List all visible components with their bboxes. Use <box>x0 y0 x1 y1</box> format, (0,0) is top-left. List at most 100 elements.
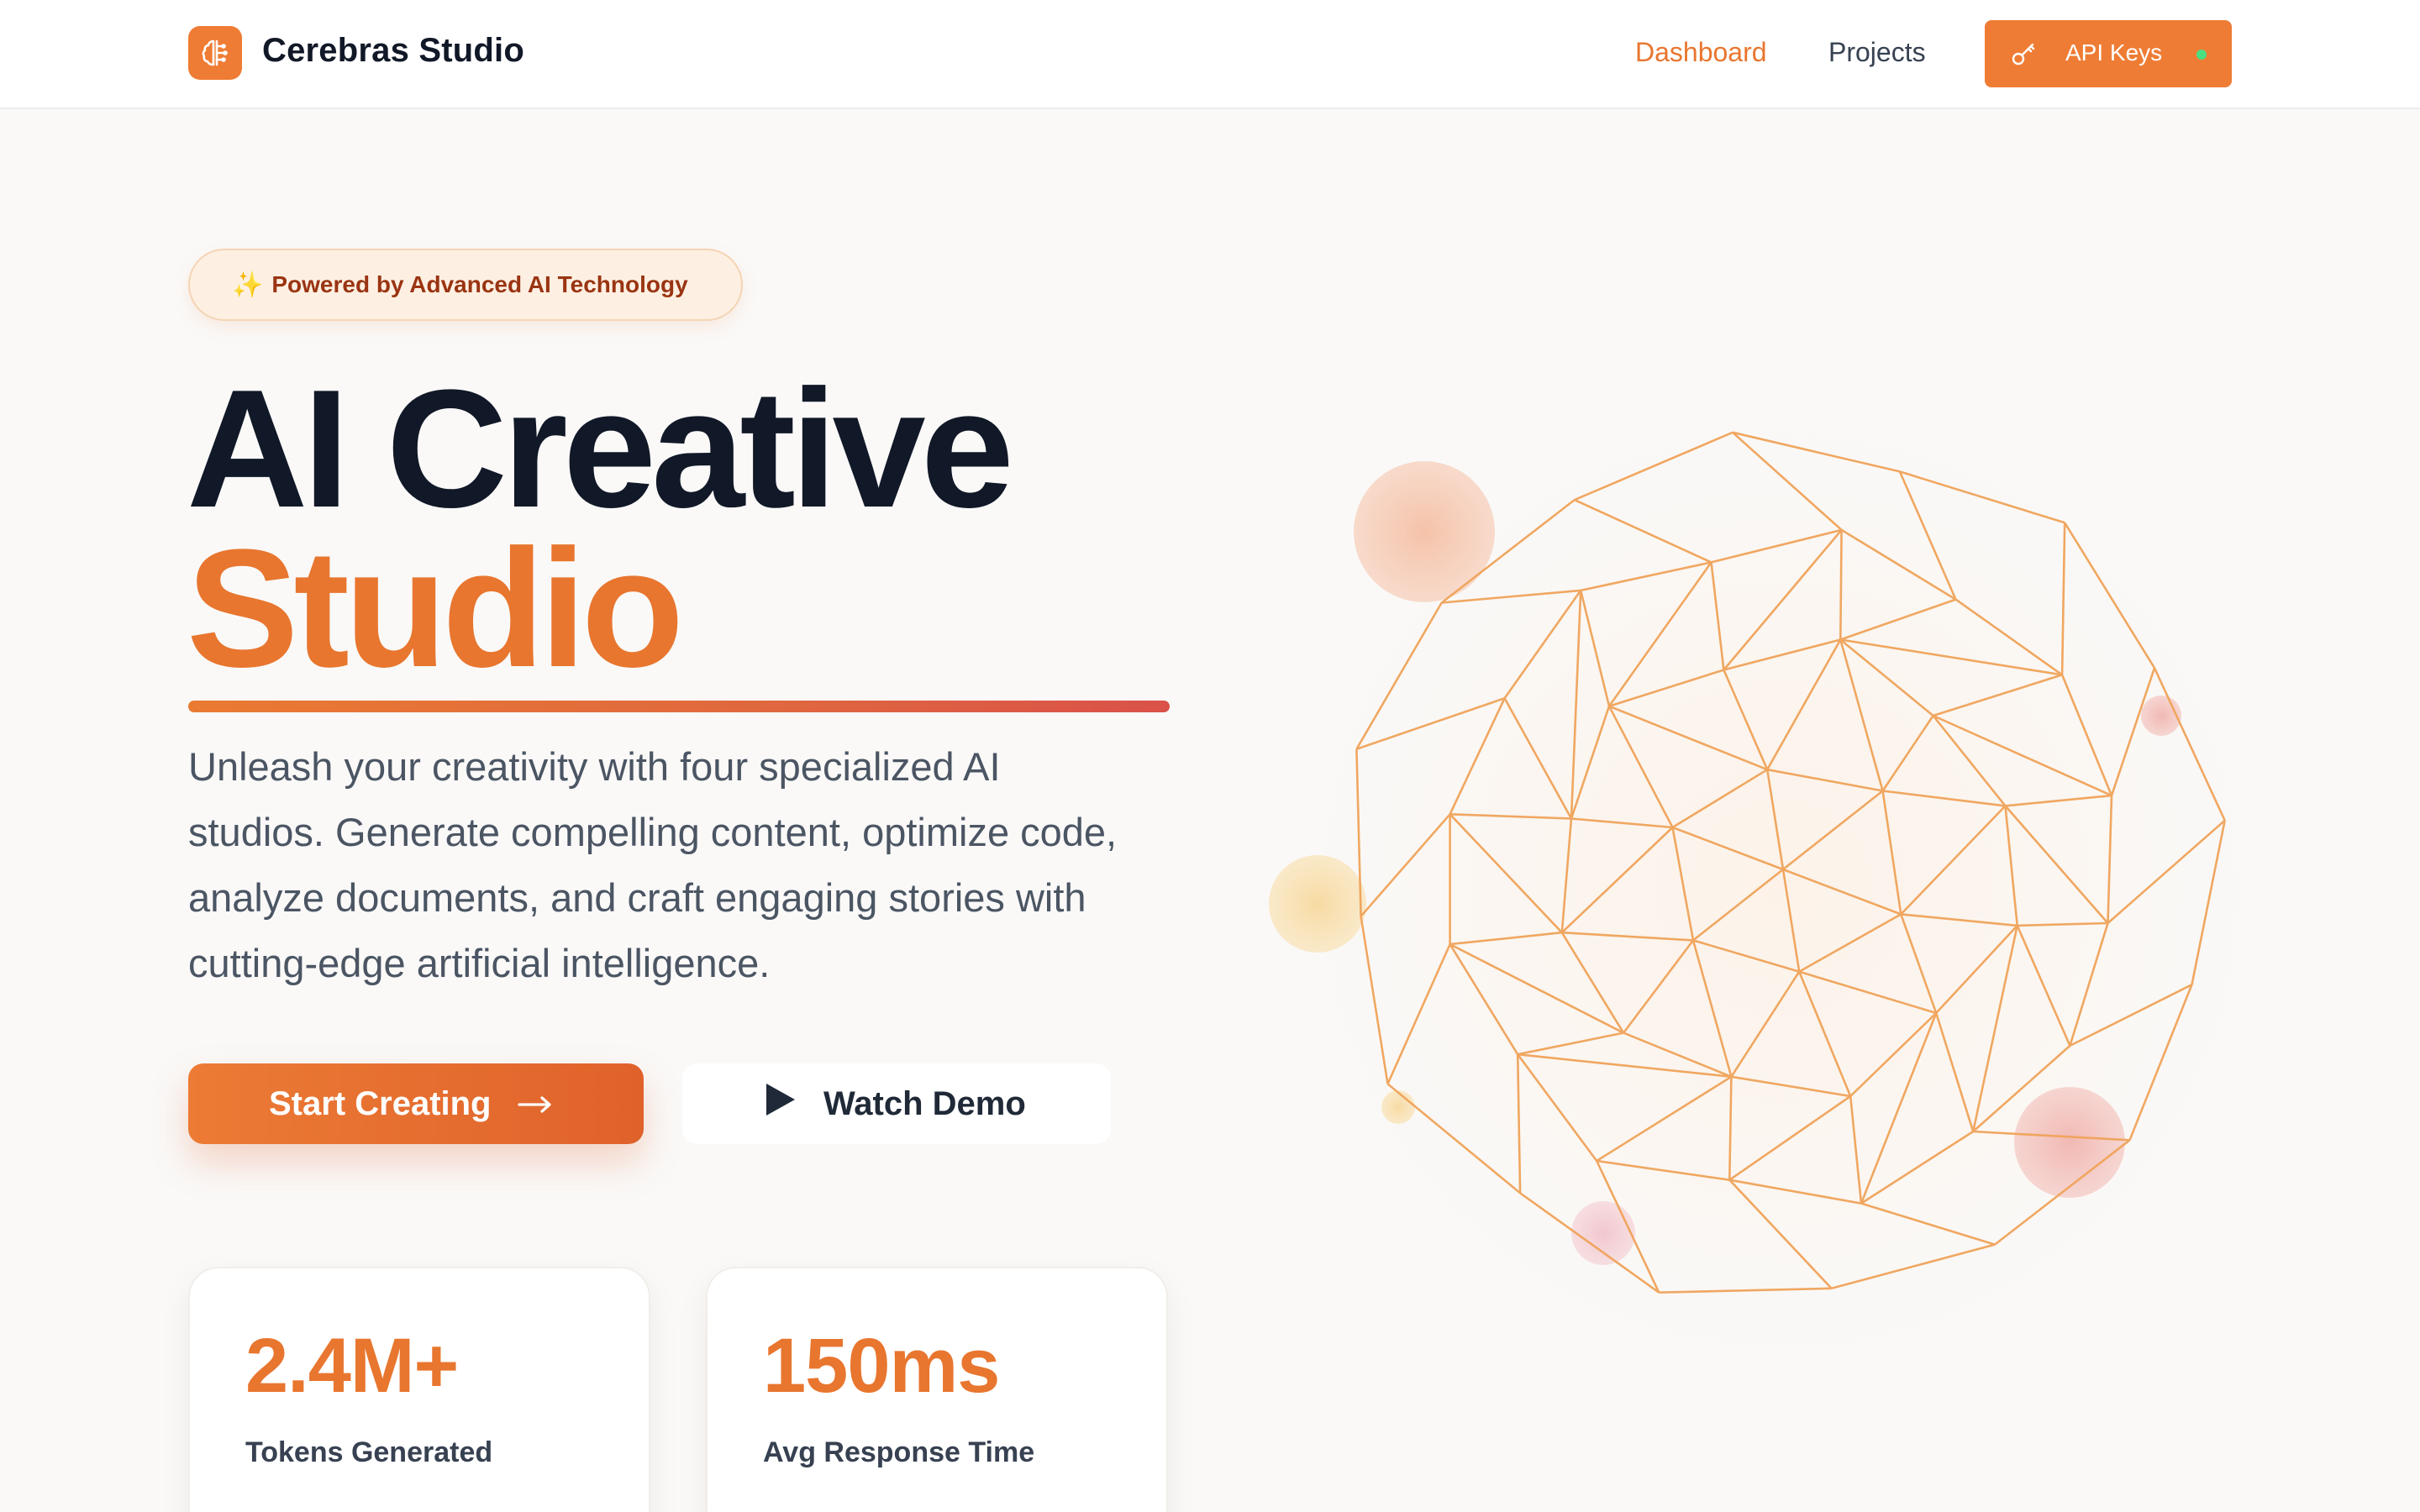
wireframe-edge <box>1671 769 1768 829</box>
wireframe-edge <box>1360 813 1451 917</box>
start-creating-button[interactable]: Start Creating <box>188 1063 644 1144</box>
wireframe-edge <box>1355 696 1506 751</box>
wireframe-edge <box>1934 1012 1975 1132</box>
wireframe-edge <box>1517 1053 1598 1162</box>
wireframe-edge <box>1781 869 1801 972</box>
wireframe-edge <box>2004 805 2109 924</box>
wireframe-edge <box>1723 638 1841 671</box>
wireframe-edge <box>1449 931 1562 946</box>
title-underline <box>188 701 1170 712</box>
wireframe-edge <box>1881 715 1934 792</box>
wireframe-edge <box>1608 669 1724 707</box>
wireframe-edge <box>1797 971 1852 1097</box>
wireframe-edge <box>1503 697 1573 820</box>
wireframe-edge <box>1574 431 1733 501</box>
wireframe-edge <box>1710 562 1725 670</box>
wireframe-edge <box>2005 794 2112 807</box>
wireframe-edge <box>1355 601 1443 750</box>
wireframe-edge <box>1730 970 1801 1078</box>
wireframe-edge <box>1449 813 1563 934</box>
play-icon <box>765 1082 797 1126</box>
wireframe-edge <box>1570 706 1611 819</box>
stat-value: 150ms <box>763 1323 1000 1409</box>
wireframe-edge <box>1900 805 2007 916</box>
wireframe-edge <box>1518 1053 1732 1079</box>
sparkles-icon: ✨ <box>232 270 264 299</box>
status-online-indicator <box>2196 50 2207 60</box>
brain-logo-icon[interactable] <box>188 26 242 80</box>
floating-orb <box>1571 1201 1635 1265</box>
wireframe-edge <box>1570 817 1673 829</box>
start-creating-label: Start Creating <box>269 1084 492 1122</box>
wireframe-edge <box>1898 470 1957 601</box>
watch-demo-label: Watch Demo <box>823 1084 1026 1122</box>
wireframe-edge <box>1860 1012 1938 1205</box>
wireframe-edge <box>1782 868 1902 916</box>
wireframe-edge <box>2153 667 2226 822</box>
wireframe-edge <box>1901 913 2018 927</box>
wireframe-edge <box>1732 431 1843 531</box>
wireframe-edge <box>1574 498 1712 564</box>
wireframe-edge <box>1579 590 1611 707</box>
wireframe-edge <box>1971 925 2018 1132</box>
wireframe-edge <box>1692 868 1784 942</box>
wireframe-edge <box>1900 913 1938 1014</box>
wireframe-edge <box>1723 529 1843 671</box>
wireframe-edge <box>1623 939 1695 1034</box>
wireframe-edge <box>2107 795 2113 924</box>
wireframe-edge <box>1561 931 1694 942</box>
wireframe-edge <box>1782 790 1884 871</box>
wireframe-edge <box>1840 638 2063 676</box>
wireframe-edge <box>1570 590 1582 819</box>
wireframe-edge <box>1728 1076 1733 1180</box>
wireframe-edge <box>2017 921 2108 927</box>
stat-label: Avg Response Time <box>763 1436 1035 1468</box>
wireframe-edge <box>2060 522 2066 675</box>
floating-orb <box>1381 1090 1415 1124</box>
wireframe-edge <box>1692 939 1800 973</box>
api-keys-button[interactable]: API Keys <box>1985 20 2232 87</box>
api-keys-label: API Keys <box>2065 39 2163 66</box>
wireframe-edge <box>1607 561 1712 707</box>
wireframe-edge <box>2069 922 2109 1047</box>
wireframe-edge <box>2004 806 2018 927</box>
wireframe-edge <box>1899 470 2065 524</box>
wireframe-edge <box>1839 529 1843 640</box>
wireframe-edge <box>1839 598 1956 641</box>
stat-label: Tokens Generated <box>245 1436 493 1468</box>
wireframe-edge <box>1731 1075 1851 1098</box>
hero-title-line2: Studio <box>187 515 684 702</box>
badge-text: Powered by Advanced AI Technology <box>271 271 688 297</box>
wireframe-edge <box>1766 768 1883 792</box>
wireframe-edge <box>1881 790 1902 915</box>
nav-projects[interactable]: Projects <box>1828 37 1926 68</box>
wireframe-edge <box>1882 790 2006 807</box>
wireframe-edge <box>1728 1095 1851 1181</box>
wireframe-edge <box>1672 826 1784 871</box>
wireframe-edge <box>1360 916 1389 1084</box>
wireframe-edge <box>1659 1287 1832 1294</box>
watch-demo-button[interactable]: Watch Demo <box>682 1063 1111 1144</box>
wireframe-edge <box>1441 589 1581 604</box>
wireframe-edge <box>1560 827 1674 934</box>
wireframe-edge <box>1849 1012 1938 1097</box>
nav-dashboard[interactable]: Dashboard <box>1635 37 1767 68</box>
wireframe-edge <box>1449 697 1506 815</box>
stat-value: 2.4M+ <box>245 1323 459 1409</box>
wireframe-edge <box>1691 940 1733 1078</box>
wireframe-edge <box>1860 1202 1996 1246</box>
wireframe-edge <box>1386 943 1451 1084</box>
wireframe-edge <box>1580 561 1712 592</box>
wireframe-edge <box>1839 638 1934 717</box>
wireframe-edge <box>2016 925 2071 1047</box>
stat-card-response-time: 150ms Avg Response Time <box>706 1267 1168 1512</box>
wireframe-edge <box>1831 1243 1996 1290</box>
stat-card-tokens: 2.4M+ Tokens Generated <box>188 1267 650 1512</box>
wireframe-edge <box>1503 590 1582 699</box>
brand-name[interactable]: Cerebras Studio <box>262 32 524 70</box>
powered-by-badge: ✨ Powered by Advanced AI Technology <box>188 249 743 321</box>
wireframe-edge <box>1839 639 1884 791</box>
wireframe-edge <box>1860 1130 1974 1205</box>
wireframe-edge <box>1932 715 2007 807</box>
wireframe-edge <box>1711 528 1842 564</box>
